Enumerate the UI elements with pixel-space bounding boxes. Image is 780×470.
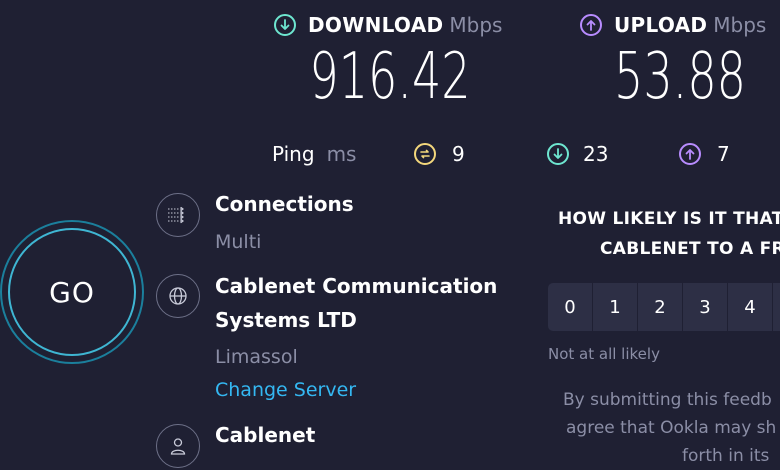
server-title-line1: Cablenet Communication xyxy=(215,274,498,298)
ping-label: Ping xyxy=(272,142,315,166)
provider-title: Cablenet xyxy=(215,423,316,447)
ping-idle: 9 xyxy=(414,142,465,166)
scale-option-1[interactable]: 1 xyxy=(593,283,637,331)
scale-option-0[interactable]: 0 xyxy=(548,283,592,331)
connections-value: Multi xyxy=(215,231,262,253)
scale-option-4[interactable]: 4 xyxy=(728,283,772,331)
ping-idle-icon xyxy=(414,143,436,165)
feedback-line3: forth in its xyxy=(682,446,770,466)
survey-low-label: Not at all likely xyxy=(548,345,660,363)
ping-row: Ping ms xyxy=(272,142,356,166)
server-location: Limassol xyxy=(215,346,298,368)
download-label: DOWNLOAD xyxy=(308,13,444,37)
survey-question-line2: CABLENET TO A FRI xyxy=(600,239,780,259)
scale-option-3[interactable]: 3 xyxy=(683,283,727,331)
feedback-line2: agree that Ookla may sh xyxy=(566,418,777,438)
ping-upload-icon xyxy=(679,143,701,165)
go-button-inner[interactable]: GO xyxy=(8,228,136,356)
scale-option-5[interactable] xyxy=(773,283,780,331)
ping-download-value: 23 xyxy=(583,142,609,166)
survey-question-line1: HOW LIKELY IS IT THAT Y xyxy=(558,209,780,229)
go-button[interactable]: GO xyxy=(0,220,144,364)
user-icon xyxy=(156,424,200,468)
ping-upload: 7 xyxy=(679,142,730,166)
ping-unit: ms xyxy=(326,142,357,166)
download-value: 916.42 xyxy=(309,40,471,114)
ping-download: 23 xyxy=(547,142,608,166)
survey-scale: 0 1 2 3 4 xyxy=(548,283,780,331)
upload-unit: Mbps xyxy=(713,13,767,37)
upload-label: UPLOAD xyxy=(614,13,708,37)
feedback-line1: By submitting this feedb xyxy=(563,390,772,410)
connections-title: Connections xyxy=(215,192,354,216)
globe-icon xyxy=(156,274,200,318)
server-title-line2: Systems LTD xyxy=(215,308,357,332)
ping-download-icon xyxy=(547,143,569,165)
upload-header: UPLOAD Mbps xyxy=(580,13,766,37)
ping-upload-value: 7 xyxy=(717,142,730,166)
connections-icon xyxy=(156,193,200,237)
download-header: DOWNLOAD Mbps xyxy=(274,13,502,37)
scale-option-2[interactable]: 2 xyxy=(638,283,682,331)
download-arrow-icon xyxy=(274,14,296,36)
change-server-link[interactable]: Change Server xyxy=(215,379,356,401)
go-label: GO xyxy=(49,275,95,309)
upload-value: 53.88 xyxy=(614,40,746,114)
ping-idle-value: 9 xyxy=(452,142,465,166)
upload-arrow-icon xyxy=(580,14,602,36)
download-unit: Mbps xyxy=(449,13,503,37)
